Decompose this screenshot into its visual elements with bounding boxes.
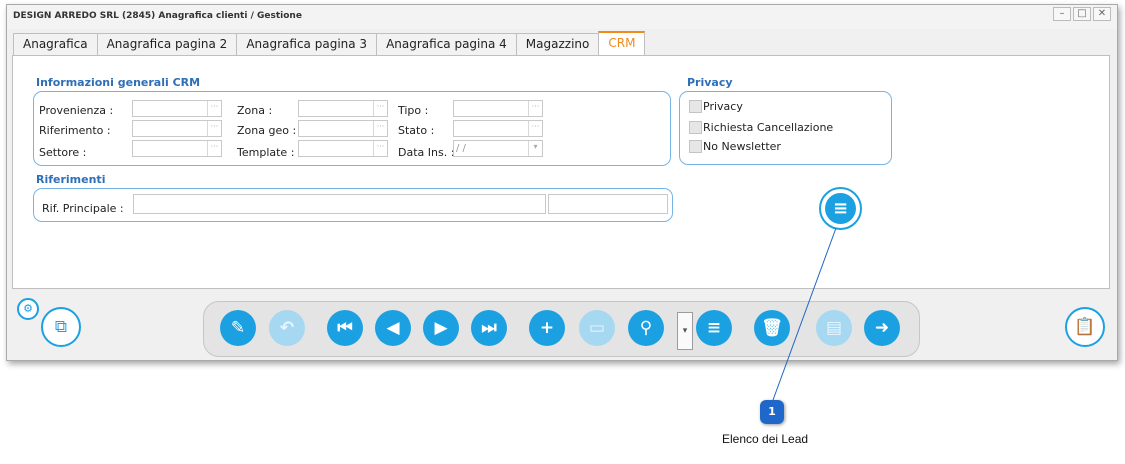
data-ins-field[interactable]: / / ▾ bbox=[453, 140, 543, 157]
minimize-button[interactable]: – bbox=[1053, 7, 1071, 21]
template-field[interactable]: ··· bbox=[298, 140, 388, 157]
no-newsletter-checkbox[interactable] bbox=[689, 140, 702, 153]
richiesta-cancellazione-label: Richiesta Cancellazione bbox=[703, 121, 834, 134]
tab-anagrafica-pagina-3[interactable]: Anagrafica pagina 3 bbox=[236, 33, 378, 55]
provenienza-field[interactable]: ··· bbox=[132, 100, 222, 117]
riferimenti-group-title: Riferimenti bbox=[36, 173, 106, 186]
settore-field[interactable]: ··· bbox=[132, 140, 222, 157]
tipo-label: Tipo : bbox=[398, 104, 429, 117]
privacy-checkbox-label: Privacy bbox=[703, 100, 743, 113]
gear-icon[interactable]: ⚙ bbox=[17, 298, 39, 320]
tab-magazzino[interactable]: Magazzino bbox=[515, 33, 600, 55]
ellipsis-icon[interactable]: ··· bbox=[207, 121, 221, 136]
app-window: DESIGN ARREDO SRL (2845) Anagrafica clie… bbox=[6, 4, 1118, 361]
exit-button[interactable]: ➜ bbox=[864, 310, 900, 346]
zona-field[interactable]: ··· bbox=[298, 100, 388, 117]
save-button[interactable]: ▭ bbox=[579, 310, 615, 346]
privacy-checkbox[interactable] bbox=[689, 100, 702, 113]
search-dropdown[interactable]: ▾ bbox=[677, 312, 693, 350]
tab-anagrafica-pagina-2[interactable]: Anagrafica pagina 2 bbox=[96, 33, 238, 55]
zona-geo-label: Zona geo : bbox=[237, 124, 297, 137]
tab-anagrafica-pagina-4[interactable]: Anagrafica pagina 4 bbox=[376, 33, 517, 55]
ellipsis-icon[interactable]: ··· bbox=[207, 141, 221, 156]
crm-panel: Informazioni generali CRM Provenienza : … bbox=[12, 55, 1110, 289]
stato-field[interactable]: ··· bbox=[453, 120, 543, 137]
riferimento-label: Riferimento : bbox=[39, 124, 111, 137]
ellipsis-icon[interactable]: ··· bbox=[528, 101, 542, 116]
window-title: DESIGN ARREDO SRL (2845) Anagrafica clie… bbox=[13, 11, 302, 21]
provenienza-label: Provenienza : bbox=[39, 104, 114, 117]
search-button[interactable]: ⚲ bbox=[628, 310, 664, 346]
rif-principale-extra-field[interactable] bbox=[548, 194, 668, 214]
tab-anagrafica[interactable]: Anagrafica bbox=[13, 33, 98, 55]
zona-label: Zona : bbox=[237, 104, 273, 117]
zona-geo-field[interactable]: ··· bbox=[298, 120, 388, 137]
lead-list-button[interactable]: ≡ bbox=[819, 187, 862, 230]
tab-strip: Anagrafica Anagrafica pagina 2 Anagrafic… bbox=[13, 31, 646, 55]
window-controls: – □ ✕ bbox=[1053, 7, 1111, 21]
ellipsis-icon[interactable]: ··· bbox=[373, 101, 387, 116]
list-icon: ≡ bbox=[825, 193, 856, 224]
new-record-button[interactable]: + bbox=[529, 310, 565, 346]
title-bar: DESIGN ARREDO SRL (2845) Anagrafica clie… bbox=[7, 5, 1117, 29]
rif-principale-label: Rif. Principale : bbox=[42, 202, 124, 215]
close-button[interactable]: ✕ bbox=[1093, 7, 1111, 21]
crm-group-title: Informazioni generali CRM bbox=[36, 76, 201, 89]
ellipsis-icon[interactable]: ··· bbox=[373, 121, 387, 136]
list-button[interactable]: ≡ bbox=[696, 310, 732, 346]
clipboard-button[interactable]: 📋 bbox=[1065, 307, 1105, 347]
callout-badge: 1 bbox=[760, 400, 784, 424]
template-label: Template : bbox=[237, 146, 295, 159]
no-newsletter-label: No Newsletter bbox=[703, 140, 781, 153]
settore-label: Settore : bbox=[39, 146, 87, 159]
riferimento-field[interactable]: ··· bbox=[132, 120, 222, 137]
ellipsis-icon[interactable]: ··· bbox=[207, 101, 221, 116]
previous-record-button[interactable]: ◀ bbox=[375, 310, 411, 346]
tipo-field[interactable]: ··· bbox=[453, 100, 543, 117]
ellipsis-icon[interactable]: ··· bbox=[373, 141, 387, 156]
rif-principale-field[interactable] bbox=[133, 194, 546, 214]
copy-button[interactable]: ⧉ bbox=[41, 307, 81, 347]
callout-label: Elenco dei Lead bbox=[722, 432, 809, 446]
data-ins-value: / / bbox=[456, 143, 466, 154]
tab-crm[interactable]: CRM bbox=[598, 31, 646, 55]
richiesta-cancellazione-checkbox[interactable] bbox=[689, 121, 702, 134]
chevron-down-icon[interactable]: ▾ bbox=[528, 141, 542, 156]
first-record-button[interactable]: ⏮ bbox=[327, 310, 363, 346]
delete-button[interactable]: 🗑 bbox=[754, 310, 790, 346]
privacy-group-title: Privacy bbox=[687, 76, 733, 89]
folder-button[interactable]: ▤ bbox=[816, 310, 852, 346]
last-record-button[interactable]: ⏭ bbox=[471, 310, 507, 346]
edit-button[interactable]: ✎ bbox=[220, 310, 256, 346]
next-record-button[interactable]: ▶ bbox=[423, 310, 459, 346]
maximize-button[interactable]: □ bbox=[1073, 7, 1091, 21]
data-ins-label: Data Ins. : bbox=[398, 146, 455, 159]
undo-button[interactable]: ↶ bbox=[269, 310, 305, 346]
ellipsis-icon[interactable]: ··· bbox=[528, 121, 542, 136]
stato-label: Stato : bbox=[398, 124, 435, 137]
